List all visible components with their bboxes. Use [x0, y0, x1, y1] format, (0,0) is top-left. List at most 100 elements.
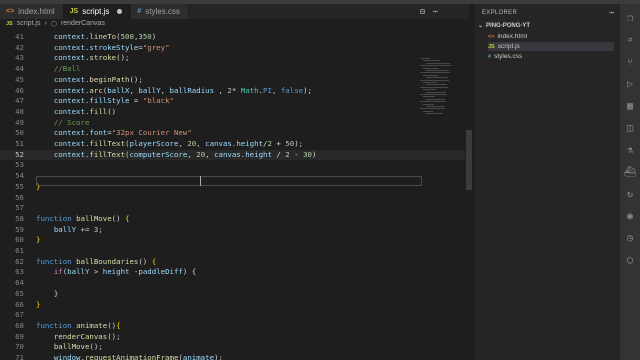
code-token: height	[236, 139, 264, 148]
code-token: ()	[107, 320, 117, 330]
explorer-more-icon[interactable]: ⋯	[609, 8, 614, 17]
code-editor[interactable]: 71 window.requestAnimationFrame(animate)…	[0, 28, 465, 360]
code-line[interactable]: 59 ballY += 3;	[0, 225, 465, 235]
code-line[interactable]: 56	[0, 193, 465, 203]
code-line[interactable]: 65 }	[0, 289, 465, 299]
git-lens-icon[interactable]: ◉	[624, 210, 636, 222]
minimap-line	[423, 74, 438, 76]
code-line[interactable]: 62 function ballBoundaries() {	[0, 257, 465, 267]
line-number: 46	[15, 85, 24, 95]
code-line[interactable]: 43 context.stroke();	[0, 53, 465, 63]
code-token: ()	[138, 256, 152, 266]
split-editor-icon[interactable]: ⊟	[420, 7, 425, 16]
line-number: 65	[15, 288, 24, 298]
explorer-file-script-js[interactable]: JS script.js	[488, 42, 614, 51]
code-line[interactable]: 53	[0, 160, 465, 170]
code-token: >	[89, 267, 103, 277]
run-debug-icon[interactable]: ▷	[624, 78, 636, 90]
line-number: 61	[15, 246, 24, 255]
minimap-line	[420, 94, 447, 95]
code-token: context	[53, 96, 85, 106]
docker-icon[interactable]: ⛴	[624, 166, 637, 178]
minimap-line	[423, 103, 434, 105]
timeline-icon[interactable]: ◷	[624, 232, 636, 244]
more-actions-icon[interactable]: ⋯	[433, 7, 438, 16]
search-icon[interactable]: ⌕	[624, 34, 636, 46]
line-code: window.requestAnimationFrame(animate);	[36, 353, 223, 360]
code-line[interactable]: 45 context.beginPath();	[0, 75, 465, 85]
code-token: context	[53, 85, 85, 95]
code-token: window	[53, 353, 81, 360]
code-token: "grey"	[142, 42, 170, 52]
code-line[interactable]: 57	[0, 203, 465, 213]
code-line[interactable]: 68 function animate(){	[0, 321, 465, 331]
code-line[interactable]: 41 context.lineTo(500,350)	[0, 32, 465, 42]
code-line[interactable]: 60}	[0, 235, 465, 245]
remote-icon[interactable]: ◫	[624, 122, 636, 134]
code-line[interactable]: 69 renderCanvas();	[0, 332, 465, 342]
explorer-file-index-html[interactable]: <> index.html	[488, 32, 614, 41]
folder-name: PING-PONG-YT	[486, 22, 531, 29]
extensions-icon[interactable]: ▦	[624, 100, 636, 112]
minimap-line	[420, 86, 448, 88]
code-line[interactable]: 51 context.fillText(playerScore, 20, can…	[0, 139, 465, 149]
code-line[interactable]: 61	[0, 246, 465, 256]
breadcrumb: JS script.js › ⬡ renderCanvas	[0, 19, 470, 28]
code-token: ) {	[182, 267, 197, 277]
code-token: ,	[271, 85, 281, 95]
editor-scrollbar[interactable]	[466, 130, 472, 190]
source-control-icon[interactable]: ⑂	[624, 56, 636, 68]
code-token: ballMove	[53, 342, 90, 352]
code-line[interactable]: 46 context.arc(ballX, ballY, ballRadius …	[0, 86, 465, 96]
minimap-line	[426, 70, 449, 71]
code-line[interactable]: 66}	[0, 300, 465, 310]
code-line[interactable]: 63 if(ballY > height -paddleDiff) {	[0, 267, 465, 277]
code-line[interactable]: 64	[0, 278, 465, 288]
code-token: {	[116, 320, 121, 330]
code-token: ballX	[107, 85, 130, 95]
code-line[interactable]: 42 context.strokeStyle="grey"	[0, 43, 465, 53]
tab-index-html[interactable]: <> index.html	[0, 4, 64, 19]
tab-styles-css[interactable]: # styles.css	[131, 4, 189, 19]
code-token: //Ball	[53, 64, 81, 74]
live-share-icon[interactable]: ↻	[624, 188, 636, 200]
breadcrumb-file[interactable]: script.js	[17, 20, 41, 27]
css-icon: #	[137, 8, 142, 15]
explorer-file-styles-css[interactable]: # styles.css	[488, 52, 614, 61]
code-line[interactable]: 70 ballMove();	[0, 342, 465, 352]
project-folder[interactable]: ⌄ PING-PONG-YT	[478, 22, 531, 30]
js-icon: JS	[488, 43, 495, 50]
testing-icon[interactable]: ⚗	[624, 144, 636, 156]
code-token: "black"	[142, 96, 174, 106]
line-number: 58	[15, 213, 24, 223]
code-line[interactable]: 71 window.requestAnimationFrame(animate)…	[0, 353, 465, 360]
js-icon: JS	[6, 20, 13, 27]
unsaved-dot-icon[interactable]	[117, 9, 123, 14]
code-line[interactable]: 44 //Ball	[0, 64, 465, 74]
code-line[interactable]: 58 function ballMove() {	[0, 214, 465, 224]
minimap[interactable]	[420, 58, 462, 118]
code-line[interactable]: 47 context.fillStyle = "black"	[0, 96, 465, 106]
text-cursor	[200, 176, 201, 186]
code-line[interactable]: 50 context.font="32px Courier New"	[0, 128, 465, 138]
breadcrumb-symbol[interactable]: renderCanvas	[61, 20, 105, 27]
minimap-line	[426, 77, 448, 79]
line-number: 70	[15, 342, 24, 352]
code-token: ;	[98, 224, 103, 234]
line-number: 67	[15, 310, 24, 320]
code-token: =	[129, 96, 143, 106]
code-line[interactable]: 52 context.fillText(computerScore, 20, c…	[0, 149, 465, 160]
files-icon[interactable]: ❐	[624, 12, 636, 24]
line-code: context.lineTo(500,350)	[36, 32, 156, 42]
current-line-highlight	[36, 176, 422, 186]
account-icon[interactable]: ◯	[624, 254, 636, 266]
tab-script-js[interactable]: JS script.js	[63, 4, 132, 19]
code-token: ballY	[53, 224, 77, 234]
code-line[interactable]: 67	[0, 310, 465, 320]
code-line[interactable]: 48 context.fill()	[0, 107, 465, 117]
code-line[interactable]: 49 // Score	[0, 118, 465, 128]
